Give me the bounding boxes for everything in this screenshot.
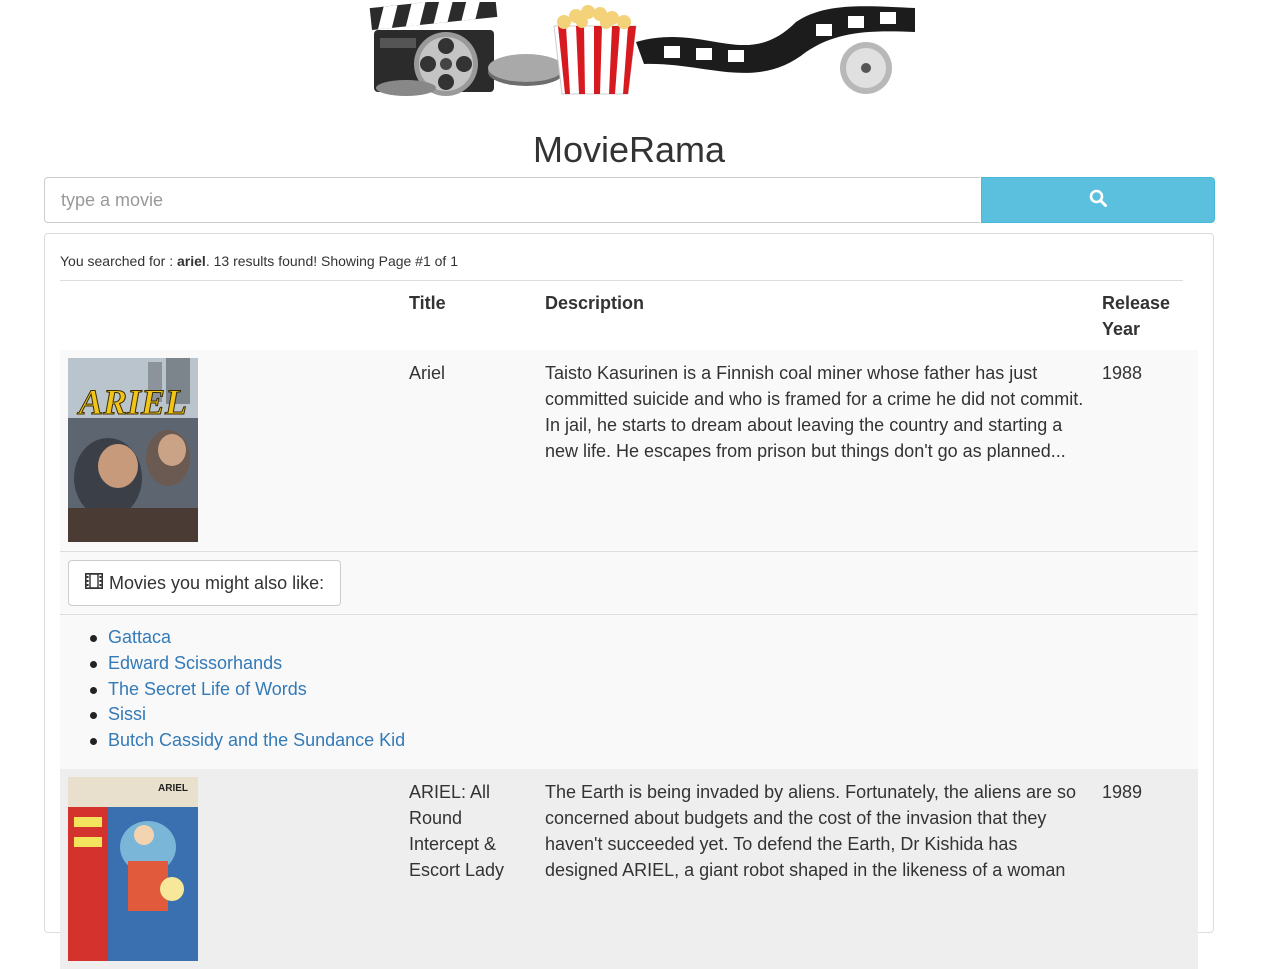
movie-title: ARIEL: All Round Intercept & Escort Lady (409, 782, 505, 880)
table-row[interactable]: ARIEL ARIEL: All Round Intercept & Escor… (60, 769, 1198, 969)
movie-title: Ariel (409, 363, 446, 383)
table-row[interactable]: ARIEL Ariel Taisto Kasurinen is a Finnis… (60, 350, 1198, 551)
suggestion-link[interactable]: Edward Scissorhands (108, 653, 282, 673)
search-button[interactable] (981, 177, 1215, 223)
results-panel: You searched for : ariel. 13 results fou… (44, 233, 1214, 969)
list-item: Edward Scissorhands (89, 651, 405, 677)
banner-image (366, 0, 915, 102)
movie-poster[interactable]: ARIEL (68, 358, 198, 542)
list-item: Butch Cassidy and the Sundance Kid (89, 728, 405, 754)
list-item: The Secret Life of Words (89, 677, 405, 703)
suggestions-row: Movies you might also like: (60, 551, 1198, 614)
search-icon (1089, 189, 1107, 212)
poster-title-text: ARIEL (158, 783, 188, 794)
list-item: Sissi (89, 702, 405, 728)
suggestion-link[interactable]: Butch Cassidy and the Sundance Kid (108, 730, 405, 750)
movie-year: 1988 (1102, 363, 1143, 383)
movie-year: 1989 (1102, 782, 1143, 802)
movie-description: The Earth is being invaded by aliens. Fo… (545, 782, 1076, 880)
header-release-year: Release Year (1102, 290, 1170, 342)
results-summary: You searched for : ariel. 13 results fou… (60, 253, 458, 269)
search-input[interactable] (44, 177, 980, 223)
header-description: Description (545, 293, 645, 313)
suggestions-list-row: Gattaca Edward Scissorhands The Secret L… (60, 614, 1198, 769)
suggestion-link[interactable]: Sissi (108, 704, 146, 724)
suggestion-link[interactable]: Gattaca (108, 627, 171, 647)
film-icon (85, 572, 103, 594)
suggestion-link[interactable]: The Secret Life of Words (108, 679, 307, 699)
results-count: . 13 results found! Showing Page #1 of 1 (205, 253, 458, 269)
results-prefix: You searched for : (60, 253, 178, 269)
results-query: ariel (177, 253, 206, 269)
list-item: Gattaca (89, 625, 405, 651)
suggestions-button[interactable]: Movies you might also like: (68, 560, 342, 606)
header-title: Title (409, 293, 446, 313)
suggestions-button-label: Movies you might also like: (109, 572, 325, 593)
search-bar (44, 177, 1215, 223)
table-header: Title Description Release Year (60, 280, 1183, 351)
results-table: Title Description Release Year ARIEL Ari… (60, 280, 1198, 969)
app-title: MovieRama (532, 129, 726, 170)
poster-title-text: ARIEL (77, 382, 187, 422)
suggestions-list: Gattaca Edward Scissorhands The Secret L… (89, 625, 405, 754)
movie-description: Taisto Kasurinen is a Finnish coal miner… (545, 363, 1084, 461)
movie-poster[interactable]: ARIEL (68, 777, 198, 961)
header-release-line2: Year (1102, 319, 1141, 339)
header-release-line1: Release (1102, 293, 1171, 313)
